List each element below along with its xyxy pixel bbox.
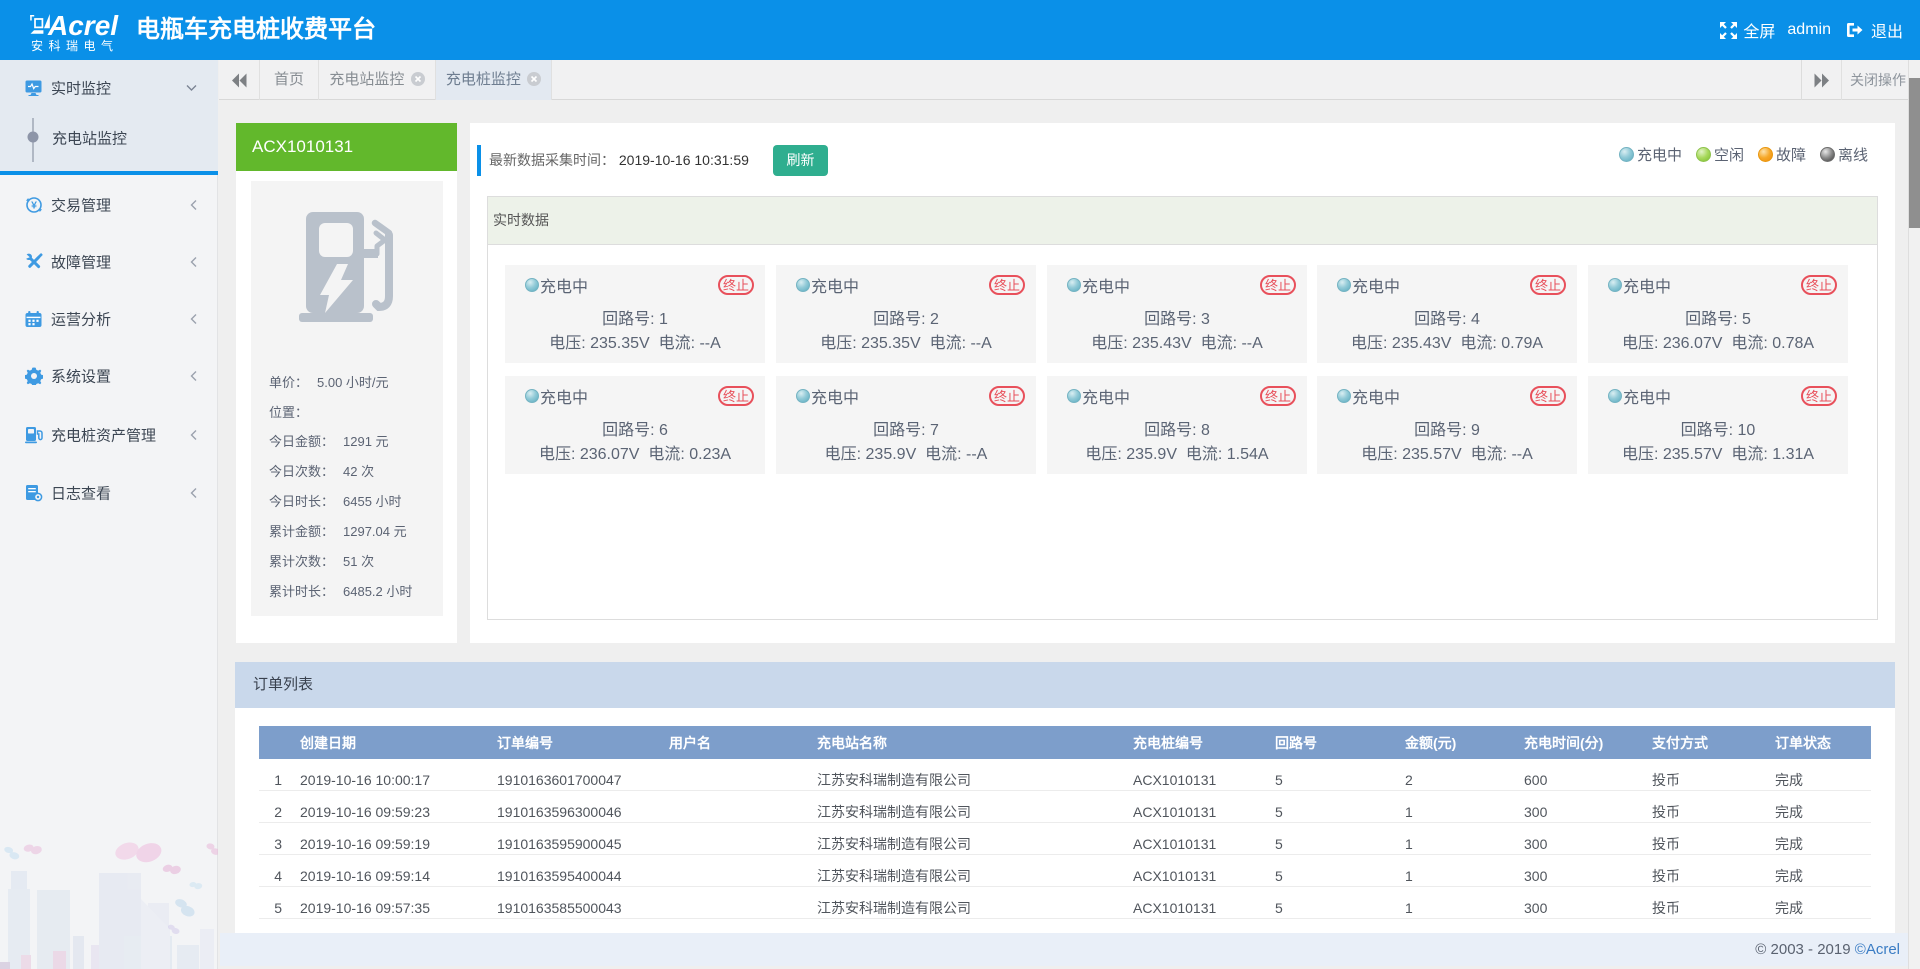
svg-text:¥: ¥ <box>31 200 37 212</box>
